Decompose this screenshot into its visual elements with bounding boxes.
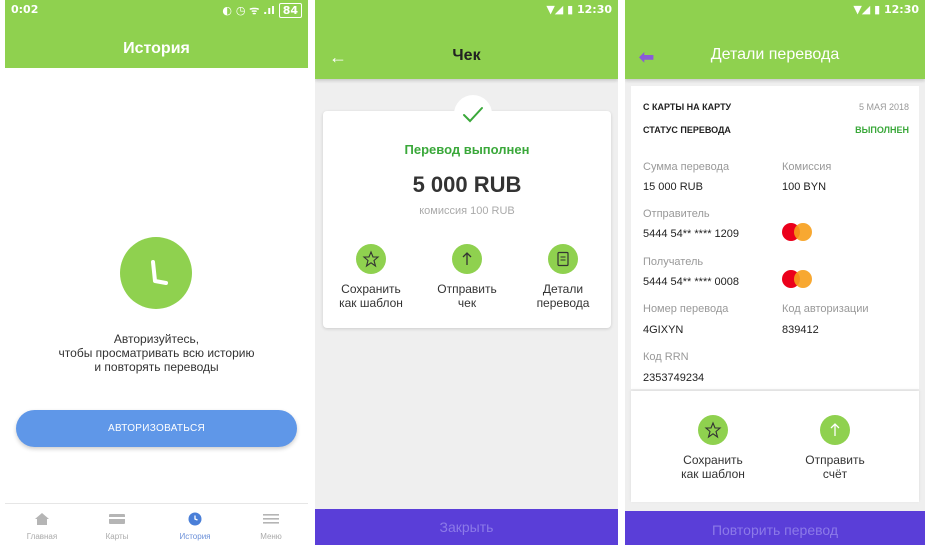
receipt-card: Перевод выполнен 5 000 RUB комиссия 100 …	[323, 95, 611, 328]
transfer-details-button[interactable]: Детали перевода	[515, 244, 611, 310]
status-time: 12:30	[576, 3, 612, 16]
transfer-type: С КАРТЫ НА КАРТУ	[643, 102, 732, 112]
history-screen: 0:02 ◐ ◷ ᯤ .ıl 84 История Авторизуйтесь,…	[5, 0, 308, 545]
send-invoice-button[interactable]: Отправить счёт	[787, 415, 883, 481]
signal-icons: ▼◢ ▮	[546, 3, 577, 16]
amount-label: Сумма перевода	[643, 161, 730, 173]
mastercard-icon	[782, 270, 814, 288]
page-title: Чек	[452, 47, 481, 64]
star-icon	[356, 244, 386, 274]
rrn-value: 2353749234	[643, 372, 705, 384]
transfer-amount: 5 000 RUB	[412, 172, 522, 197]
auth-prompt: Авторизуйтесь, чтобы просматривать всю и…	[58, 332, 255, 374]
document-icon	[548, 244, 578, 274]
transfer-details-screen: ▼◢ ▮ 12:30 ⬅ Детали перевода С КАРТЫ НА …	[625, 0, 925, 545]
sender-label: Отправитель	[643, 208, 710, 220]
history-header: 0:02 ◐ ◷ ᯤ .ıl 84 История	[5, 0, 308, 68]
auth-code-label: Код авторизации	[782, 303, 869, 315]
transfer-date: 5 МАЯ 2018	[858, 102, 909, 112]
recipient-card: 5444 54** **** 0008	[643, 276, 740, 288]
status-label: СТАТУС ПЕРЕВОДА	[643, 125, 731, 135]
transfer-status: Перевод выполнен	[404, 142, 530, 157]
authorize-button[interactable]: АВТОРИЗОВАТЬСЯ	[16, 410, 297, 447]
arrow-up-icon	[452, 244, 482, 274]
mastercard-icon	[782, 223, 814, 241]
rrn-label: Код RRN	[643, 351, 689, 363]
nav-item-home[interactable]: Главная	[10, 512, 74, 541]
clock-icon	[120, 237, 192, 309]
home-icon	[35, 513, 49, 525]
signal-icons: ▼◢ ▮	[853, 3, 884, 16]
commission-label: Комиссия	[782, 161, 832, 173]
bottom-navigation: Главная Карты История Меню	[5, 503, 308, 545]
battery-icon: 84	[278, 3, 302, 18]
status-bar: ▼◢ ▮ 12:30	[315, 0, 618, 20]
transfer-number: 4GIXYN	[643, 324, 684, 336]
nav-item-menu[interactable]: Меню	[239, 512, 303, 541]
details-actions: Сохранить как шаблон Отправить счёт	[631, 391, 919, 502]
star-icon	[698, 415, 728, 445]
menu-icon	[263, 514, 279, 524]
card-icon	[109, 514, 125, 524]
receipt-header: ▼◢ ▮ 12:30 ← Чек	[315, 0, 618, 79]
sender-card: 5444 54** **** 1209	[643, 228, 740, 240]
repeat-transfer-button[interactable]: Повторить перевод	[625, 511, 925, 545]
status-bar: ▼◢ ▮ 12:30	[625, 0, 925, 20]
receipt-screen: ▼◢ ▮ 12:30 ← Чек Перевод выполнен 5 000 …	[315, 0, 618, 545]
send-receipt-button[interactable]: Отправить чек	[419, 244, 515, 310]
auth-code: 839412	[782, 324, 819, 336]
status-badge: ВЫПОЛНЕН	[855, 125, 909, 135]
status-icons: ◐ ◷ ᯤ .ıl	[222, 4, 279, 17]
status-time: 0:02	[11, 3, 39, 16]
details-header: ▼◢ ▮ 12:30 ⬅ Детали перевода	[625, 0, 925, 79]
status-time: 12:30	[883, 3, 919, 16]
details-card: С КАРТЫ НА КАРТУ 5 МАЯ 2018 СТАТУС ПЕРЕВ…	[631, 86, 919, 389]
clock-icon	[188, 512, 202, 526]
commission-value: 100 BYN	[782, 181, 827, 193]
close-button[interactable]: Закрыть	[315, 509, 618, 545]
transfer-number-label: Номер перевода	[643, 303, 729, 315]
nav-item-cards[interactable]: Карты	[85, 512, 149, 541]
nav-item-history[interactable]: История	[163, 512, 227, 541]
check-icon	[454, 95, 492, 133]
battery-level: 84	[282, 4, 298, 17]
page-title: Детали перевода	[710, 46, 840, 63]
arrow-up-icon	[820, 415, 850, 445]
save-template-button[interactable]: Сохранить как шаблон	[665, 415, 761, 481]
amount-value: 15 000 RUB	[643, 181, 703, 193]
transfer-fee: комиссия 100 RUB	[419, 205, 515, 217]
recipient-label: Получатель	[643, 256, 704, 268]
status-bar: 0:02 ◐ ◷ ᯤ .ıl 84	[5, 0, 308, 20]
page-title: История	[123, 40, 190, 57]
save-template-button[interactable]: Сохранить как шаблон	[323, 244, 419, 310]
